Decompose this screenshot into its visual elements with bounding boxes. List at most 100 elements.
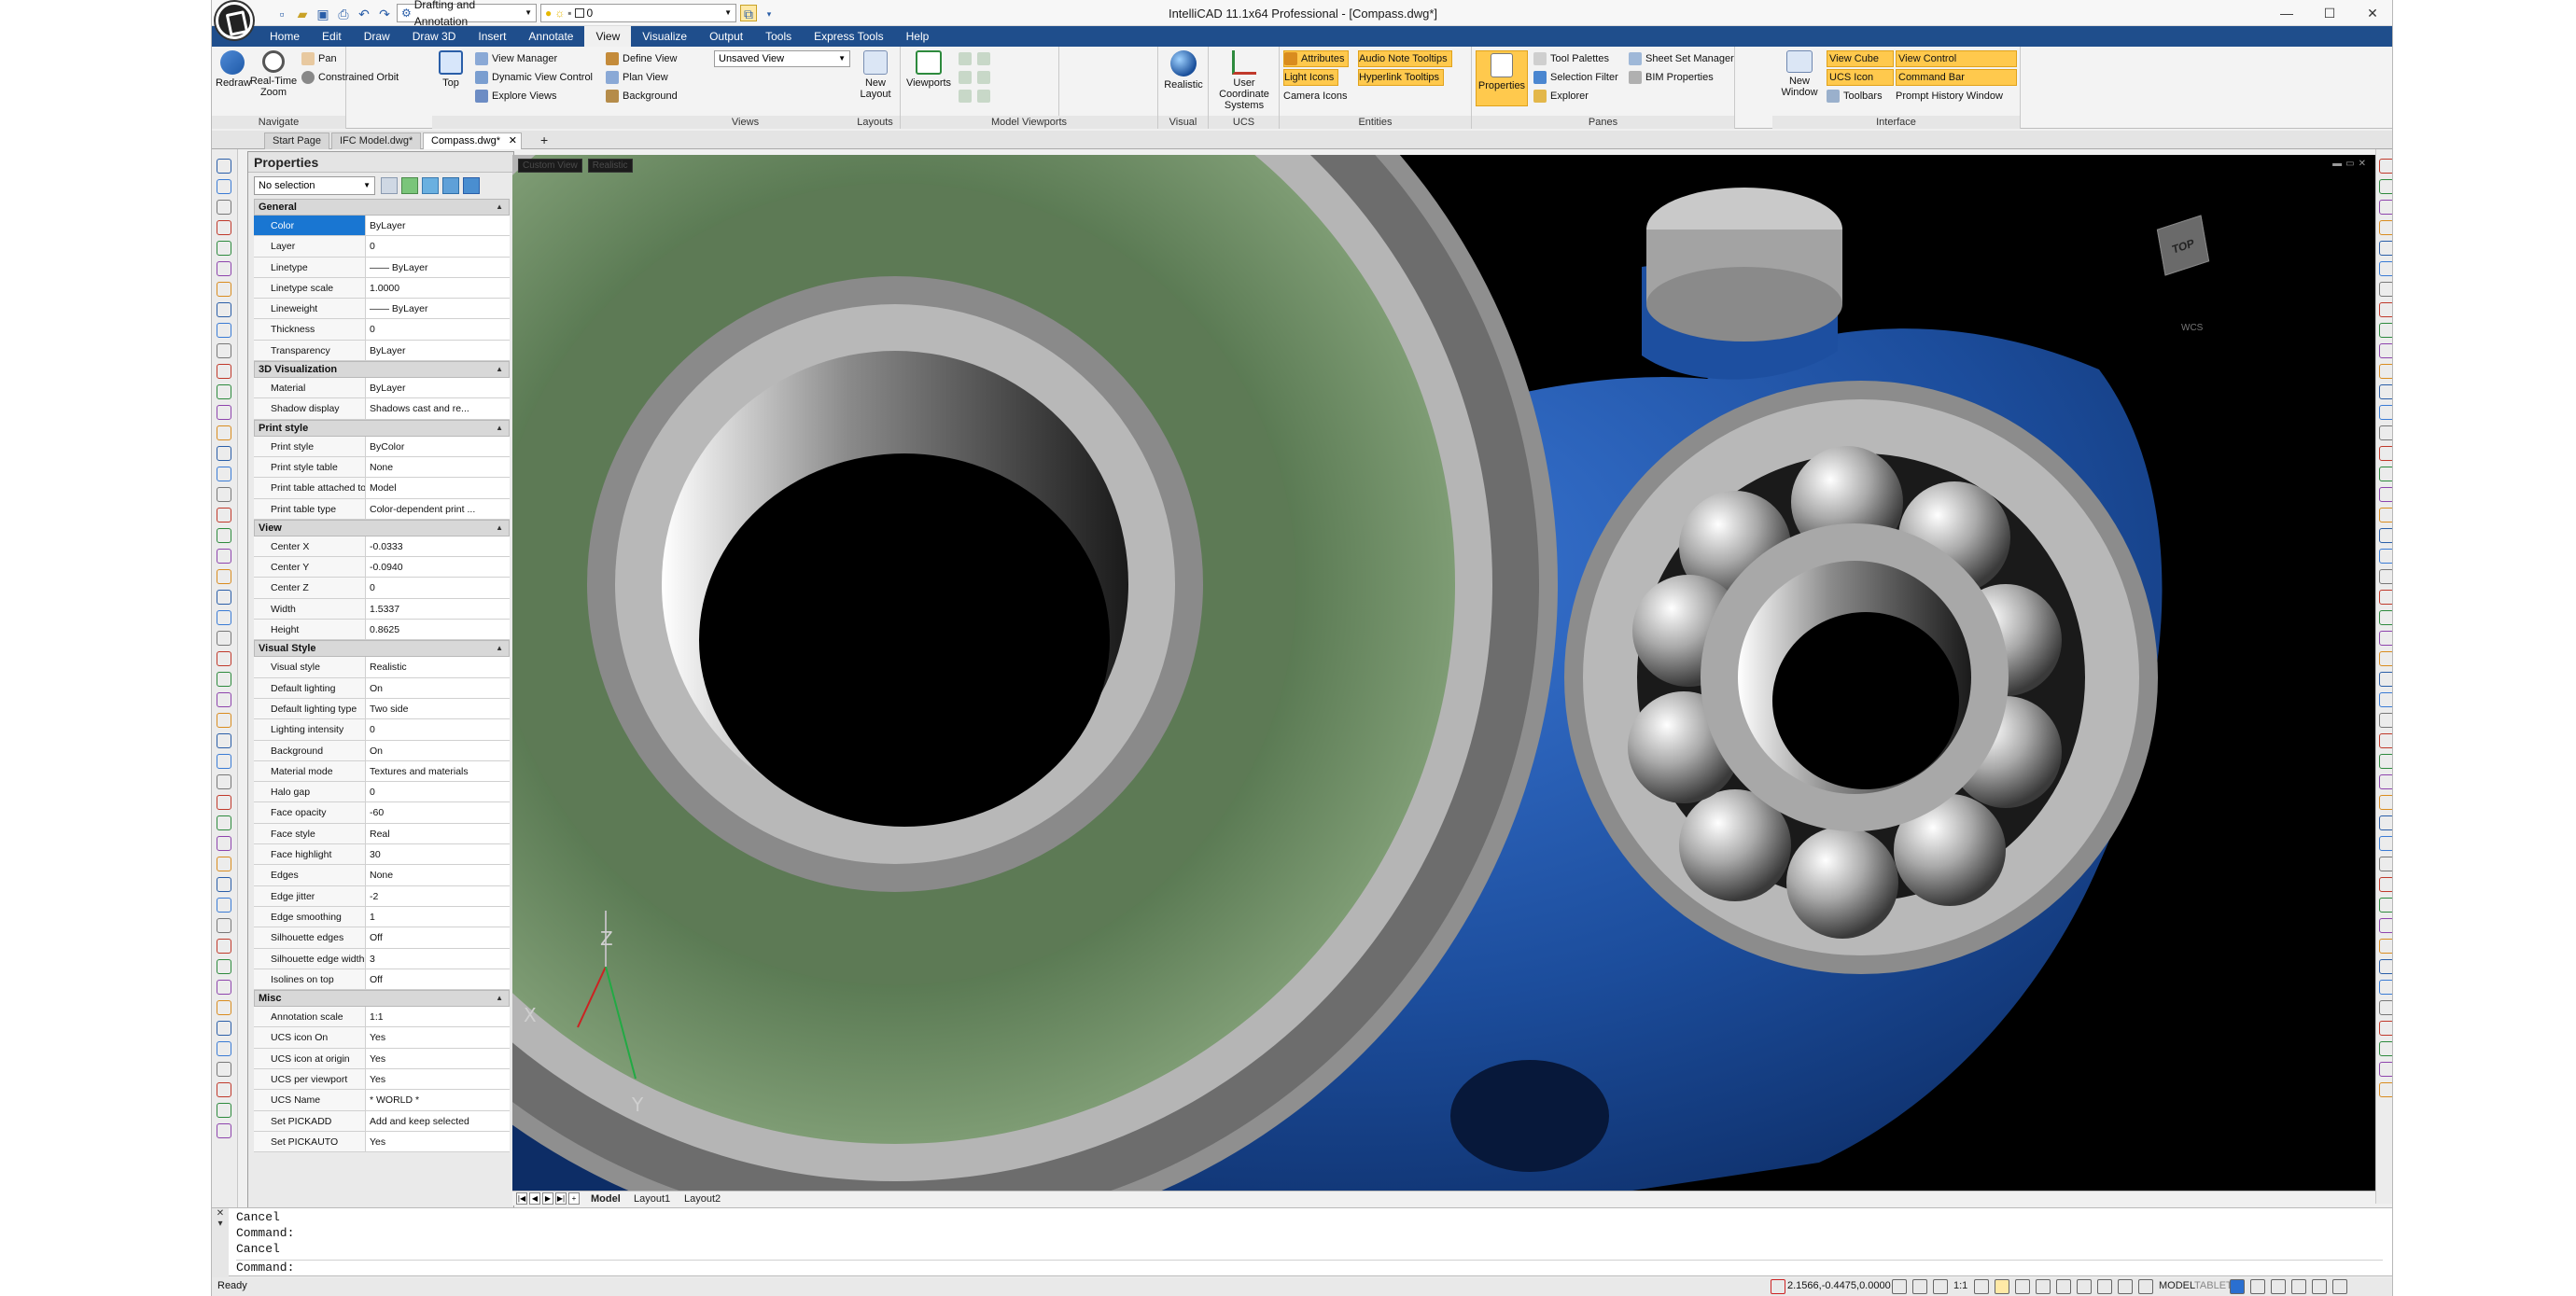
modify-tool-icon[interactable]: [2379, 672, 2392, 687]
tab-edit[interactable]: Edit: [311, 26, 353, 47]
property-value[interactable]: —— ByLayer: [366, 258, 510, 277]
command-window[interactable]: ✕ ▾ Cancel Command: Cancel Command:: [212, 1207, 2392, 1277]
property-row[interactable]: Print table attached to Model: [254, 478, 510, 499]
modify-tool-icon[interactable]: [2379, 610, 2392, 625]
view-cube-toggle[interactable]: View Cube: [1827, 50, 1894, 67]
crosshair-icon[interactable]: [1771, 1279, 1785, 1294]
tab-insert[interactable]: Insert: [467, 26, 517, 47]
property-value[interactable]: -2: [366, 886, 510, 906]
property-value[interactable]: 1: [366, 907, 510, 927]
modify-tool-icon[interactable]: [2379, 877, 2392, 892]
property-row[interactable]: Annotation scale 1:1: [254, 1007, 510, 1028]
last-layout-icon[interactable]: ▶|: [555, 1192, 567, 1205]
property-row[interactable]: Edge smoothing 1: [254, 906, 510, 928]
property-row[interactable]: Default lighting On: [254, 677, 510, 699]
viewport-label[interactable]: Custom View Realistic: [518, 159, 633, 173]
property-row[interactable]: Edges None: [254, 865, 510, 886]
modify-tool-icon[interactable]: [2379, 836, 2392, 851]
osnap-icon[interactable]: [2015, 1279, 2030, 1294]
property-value[interactable]: Off: [366, 969, 510, 989]
property-value[interactable]: Realistic: [366, 657, 510, 676]
property-value[interactable]: —— ByLayer: [366, 299, 510, 318]
draw-tool-icon[interactable]: [217, 467, 231, 481]
polar-icon[interactable]: [1995, 1279, 2009, 1294]
modify-tool-icon[interactable]: [2379, 918, 2392, 933]
draw-tool-icon[interactable]: [217, 220, 231, 235]
draw-tool-icon[interactable]: [217, 1123, 231, 1138]
modify-tool-icon[interactable]: [2379, 898, 2392, 913]
property-row[interactable]: Isolines on top Off: [254, 969, 510, 991]
doc-tab-ifc-model[interactable]: IFC Model.dwg*: [331, 132, 422, 149]
modify-tool-icon[interactable]: [2379, 241, 2392, 256]
property-value[interactable]: None: [366, 865, 510, 885]
property-row[interactable]: Set PICKADD Add and keep selected: [254, 1110, 510, 1132]
property-value[interactable]: 0: [366, 782, 510, 801]
modify-tool-icon[interactable]: [2379, 282, 2392, 297]
model-space-toggle[interactable]: MODEL: [2159, 1280, 2195, 1291]
command-bar-toggle[interactable]: Command Bar: [1896, 69, 2017, 86]
draw-tool-icon[interactable]: [217, 569, 231, 584]
realistic-style-button[interactable]: Realistic: [1160, 50, 1207, 91]
property-value[interactable]: 0.8625: [366, 620, 510, 639]
draw-tool-icon[interactable]: [217, 282, 231, 297]
property-row[interactable]: Center Y -0.0940: [254, 557, 510, 578]
draw-tool-icon[interactable]: [217, 446, 231, 461]
property-section-header[interactable]: Print style: [254, 419, 510, 437]
prompt-history-window-toggle[interactable]: Prompt History Window: [1896, 88, 2003, 105]
draw-tool-icon[interactable]: [217, 528, 231, 543]
property-row[interactable]: Lighting intensity 0: [254, 719, 510, 741]
draw-tool-icon[interactable]: [217, 939, 231, 954]
draw-tool-icon[interactable]: [217, 364, 231, 379]
sheet-set-manager-button[interactable]: Sheet Set Manager: [1629, 50, 1734, 67]
draw-tool-icon[interactable]: [217, 384, 231, 399]
property-value[interactable]: 3: [366, 949, 510, 969]
draw-tool-icon[interactable]: [217, 898, 231, 913]
draw-tool-icon[interactable]: [217, 733, 231, 748]
prev-layout-icon[interactable]: ◀: [529, 1192, 540, 1205]
draw-tool-icon[interactable]: [217, 405, 231, 420]
modify-tool-icon[interactable]: [2379, 364, 2392, 379]
modify-tool-icon[interactable]: [2379, 754, 2392, 769]
draw-tool-icon[interactable]: [217, 1000, 231, 1015]
property-row[interactable]: Background On: [254, 740, 510, 761]
view-label[interactable]: Custom View: [518, 159, 582, 173]
property-row[interactable]: Thickness 0: [254, 319, 510, 341]
command-prompt-input[interactable]: Command:: [236, 1260, 2383, 1275]
viewport-controls[interactable]: ▬▭✕: [2332, 159, 2370, 169]
modify-tool-icon[interactable]: [2379, 549, 2392, 564]
property-value[interactable]: 0: [366, 236, 510, 256]
property-row[interactable]: Visual style Realistic: [254, 657, 510, 678]
property-row[interactable]: Edge jitter -2: [254, 885, 510, 907]
property-value[interactable]: 0: [366, 719, 510, 739]
cursor-coordinates[interactable]: 2.1566,-0.4475,0.0000: [1787, 1280, 1891, 1291]
doc-tab-start-page[interactable]: Start Page: [264, 132, 329, 149]
property-row[interactable]: Material ByLayer: [254, 378, 510, 399]
property-value[interactable]: ByColor: [366, 437, 510, 456]
draw-tool-icon[interactable]: [217, 754, 231, 769]
draw-tool-icon[interactable]: [217, 159, 231, 174]
modify-tool-icon[interactable]: [2379, 467, 2392, 481]
property-value[interactable]: Yes: [366, 1027, 510, 1047]
tool-palettes-button[interactable]: Tool Palettes: [1533, 50, 1609, 67]
dynamic-input-icon[interactable]: [2118, 1279, 2133, 1294]
draw-tool-icon[interactable]: [217, 261, 231, 276]
modify-tool-icon[interactable]: [2379, 220, 2392, 235]
view-manager-button[interactable]: View Manager: [475, 50, 557, 67]
draw-tool-icon[interactable]: [217, 302, 231, 317]
property-value[interactable]: -0.0333: [366, 537, 510, 556]
draw-tool-icon[interactable]: [217, 1082, 231, 1097]
property-row[interactable]: Layer 0: [254, 236, 510, 258]
tab-output[interactable]: Output: [698, 26, 754, 47]
hyperlink-tooltips-toggle[interactable]: Hyperlink Tooltips: [1358, 69, 1445, 86]
plan-view-button[interactable]: Plan View: [606, 69, 668, 86]
property-row[interactable]: Material mode Textures and materials: [254, 760, 510, 783]
add-layout-icon[interactable]: +: [568, 1192, 580, 1205]
draw-tool-icon[interactable]: [217, 1041, 231, 1056]
settings-icon[interactable]: [2230, 1279, 2245, 1294]
modify-tool-icon[interactable]: [2379, 1000, 2392, 1015]
modify-tool-icon[interactable]: [2379, 631, 2392, 646]
property-value[interactable]: Model: [366, 478, 510, 497]
selection-filter-button[interactable]: Selection Filter: [1533, 69, 1618, 86]
minimize-button[interactable]: —: [2265, 0, 2308, 26]
draw-tool-icon[interactable]: [217, 1062, 231, 1077]
